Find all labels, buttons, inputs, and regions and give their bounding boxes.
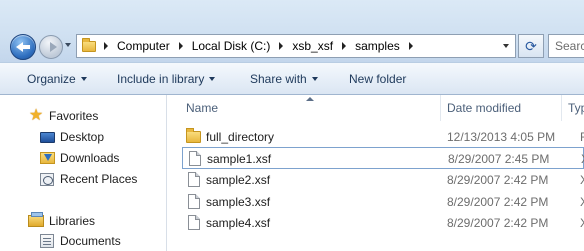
file-type: File [580, 130, 584, 144]
chevron-right-icon[interactable] [403, 34, 419, 58]
back-arrow-icon[interactable] [10, 34, 36, 60]
organize-label: Organize [27, 72, 76, 86]
new-folder-label: New folder [349, 72, 407, 86]
breadcrumb-computer[interactable]: Computer [114, 39, 173, 53]
file-type: XSF [580, 169, 584, 191]
nav-item-downloads[interactable]: Downloads [39, 148, 119, 168]
documents-icon [39, 233, 55, 249]
file-date-modified: 8/29/2007 2:45 PM [448, 152, 550, 166]
file-name: sample3.xsf [206, 195, 271, 209]
navigation-pane: ★ Favorites Desktop Downloads Recent Pla… [0, 95, 167, 251]
file-row-sample4[interactable]: sample4.xsf 8/29/2007 2:42 PM XSF [182, 212, 584, 234]
file-name: sample1.xsf [207, 152, 272, 166]
column-header-date-modified[interactable]: Date modified [447, 95, 563, 121]
file-name: sample2.xsf [206, 173, 271, 187]
file-date-modified: 12/13/2013 4:05 PM [447, 130, 556, 144]
folder-icon [80, 34, 98, 58]
recent-pages-chevron-down-icon[interactable] [65, 43, 71, 47]
chevron-down-icon [209, 77, 216, 81]
file-date-modified: 8/29/2007 2:42 PM [447, 216, 549, 230]
file-row-sample3[interactable]: sample3.xsf 8/29/2007 2:42 PM XSF [182, 191, 584, 213]
chevron-right-icon[interactable] [273, 34, 289, 58]
libraries-icon [28, 212, 44, 229]
refresh-button[interactable]: ⟳ [518, 34, 544, 58]
desktop-icon [39, 129, 55, 145]
file-date-modified: 8/29/2007 2:42 PM [447, 173, 549, 187]
file-list: Name Date modified Typ full_directory 12… [168, 95, 584, 251]
recent-places-icon [39, 171, 55, 187]
nav-libraries[interactable]: Libraries [28, 211, 95, 231]
include-in-library-label: Include in library [117, 72, 205, 86]
file-row-sample2[interactable]: sample2.xsf 8/29/2007 2:42 PM XSF [182, 169, 584, 191]
nav-favorites[interactable]: ★ Favorites [28, 106, 99, 126]
address-bar[interactable]: Computer Local Disk (C:) xsb_xsf samples [76, 34, 516, 58]
breadcrumb-local-disk[interactable]: Local Disk (C:) [189, 39, 274, 53]
file-type: XSF [580, 212, 584, 234]
chevron-down-icon [80, 77, 87, 81]
refresh-icon: ⟳ [525, 37, 537, 54]
share-with-label: Share with [250, 72, 307, 86]
address-bar-area: Computer Local Disk (C:) xsb_xsf samples… [0, 0, 584, 62]
share-with-button[interactable]: Share with [250, 63, 318, 95]
command-bar: Organize Include in library Share with N… [0, 62, 584, 95]
star-icon: ★ [28, 107, 44, 124]
breadcrumb-xsb-xsf[interactable]: xsb_xsf [289, 39, 336, 53]
include-in-library-button[interactable]: Include in library [117, 63, 216, 95]
file-date-modified: 8/29/2007 2:42 PM [447, 195, 549, 209]
downloads-icon [39, 150, 55, 166]
nav-item-documents[interactable]: Documents [39, 231, 121, 251]
nav-item-label: Documents [60, 234, 121, 248]
organize-button[interactable]: Organize [27, 63, 87, 95]
chevron-down-icon [311, 77, 318, 81]
file-icon [186, 194, 202, 210]
file-name: full_directory [206, 130, 275, 144]
column-divider[interactable] [440, 95, 441, 121]
nav-item-label: Recent Places [60, 172, 138, 186]
folder-icon [186, 128, 202, 145]
nav-item-recent-places[interactable]: Recent Places [39, 169, 137, 189]
column-header-type[interactable]: Typ [568, 95, 584, 121]
file-row-full-directory[interactable]: full_directory 12/13/2013 4:05 PM File [182, 126, 584, 148]
nav-libraries-label: Libraries [49, 214, 96, 228]
new-folder-button[interactable]: New folder [349, 63, 406, 95]
nav-item-label: Desktop [60, 130, 105, 144]
nav-item-desktop[interactable]: Desktop [39, 127, 104, 147]
column-divider[interactable] [561, 95, 562, 121]
chevron-right-icon[interactable] [173, 34, 189, 58]
breadcrumb-samples[interactable]: samples [352, 39, 403, 53]
file-name: sample4.xsf [206, 216, 271, 230]
nav-favorites-label: Favorites [49, 109, 99, 123]
chevron-right-icon[interactable] [336, 34, 352, 58]
file-icon [186, 172, 202, 188]
file-icon [187, 151, 203, 167]
file-icon [186, 215, 202, 231]
file-type: XSF [580, 191, 584, 213]
chevron-right-icon[interactable] [98, 34, 114, 58]
forward-arrow-icon[interactable] [39, 35, 63, 59]
nav-item-label: Downloads [60, 151, 120, 165]
column-header-name[interactable]: Name [186, 95, 441, 121]
address-dropdown-chevron-down-icon[interactable] [497, 35, 515, 57]
search-input[interactable]: Searc [548, 34, 584, 58]
file-row-sample1[interactable]: sample1.xsf 8/29/2007 2:45 PM XSF [182, 147, 584, 169]
